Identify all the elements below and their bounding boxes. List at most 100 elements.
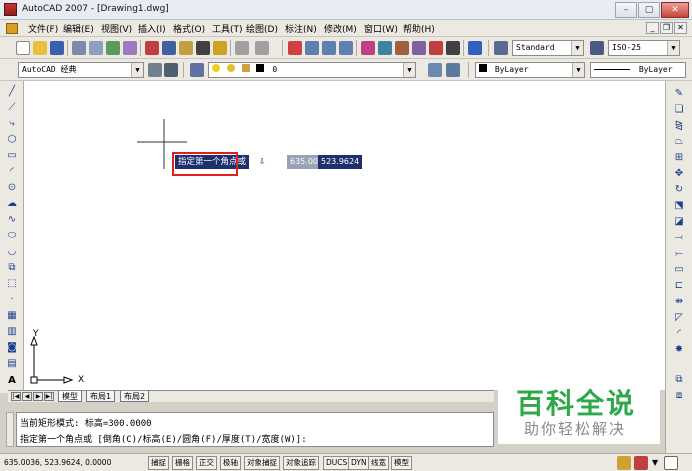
calculator-icon[interactable] <box>446 41 460 55</box>
match-properties-icon[interactable] <box>196 41 210 55</box>
hatch-icon[interactable]: ▦ <box>4 309 20 323</box>
scale-icon[interactable]: ⬔ <box>671 199 687 213</box>
markup-icon[interactable] <box>429 41 443 55</box>
erase-icon[interactable]: ✎ <box>671 87 687 101</box>
maximize-button[interactable]: ▢ <box>638 2 660 18</box>
point-icon[interactable]: · <box>4 293 20 307</box>
status-menu-chevron-icon[interactable]: ▼ <box>652 458 658 467</box>
dyn-button[interactable]: DYN <box>348 456 370 470</box>
region-icon[interactable]: ◙ <box>4 341 20 355</box>
chamfer-icon[interactable]: ◸ <box>671 311 687 325</box>
open-icon[interactable] <box>33 41 47 55</box>
extend-icon[interactable]: ⤚ <box>671 247 687 261</box>
snap-button[interactable]: 捕捉 <box>148 456 169 470</box>
layer-previous-icon[interactable] <box>446 63 460 77</box>
bring-front-icon[interactable]: ⧈ <box>671 389 687 403</box>
tab-model[interactable]: 模型 <box>58 391 82 402</box>
arc-icon[interactable]: ◜ <box>4 165 20 179</box>
redo-icon[interactable] <box>255 41 269 55</box>
minimize-button[interactable]: – <box>615 2 637 18</box>
tab-nav-first-button[interactable]: |◀ <box>11 392 21 401</box>
layer-manager-icon[interactable] <box>190 63 204 77</box>
menu-view[interactable]: 视图(V) <box>101 22 132 35</box>
menu-edit[interactable]: 编辑(E) <box>63 22 94 35</box>
mirror-icon[interactable]: ⧎ <box>671 119 687 133</box>
tab-nav-last-button[interactable]: ▶| <box>44 392 54 401</box>
gradient-icon[interactable]: ▥ <box>4 325 20 339</box>
trim-icon[interactable]: ⤙ <box>671 231 687 245</box>
array-icon[interactable]: ⊞ <box>671 151 687 165</box>
preview-icon[interactable] <box>89 41 103 55</box>
menu-draw[interactable]: 绘图(D) <box>246 22 278 35</box>
ellipse-arc-icon[interactable]: ◡ <box>4 245 20 259</box>
linetype-select[interactable]: ByLayer <box>590 62 686 78</box>
autocad-app-icon[interactable] <box>4 3 17 16</box>
spline-icon[interactable]: ∿ <box>4 213 20 227</box>
grid-button[interactable]: 栅格 <box>172 456 193 470</box>
tab-nav-prev-button[interactable]: ◀ <box>22 392 32 401</box>
command-window-grip[interactable] <box>6 412 14 447</box>
lock-icon[interactable] <box>617 456 631 470</box>
paste-icon[interactable] <box>179 41 193 55</box>
draw-order-icon[interactable]: ⧉ <box>671 373 687 387</box>
doc-restore-button[interactable]: ❐ <box>660 22 673 34</box>
new-icon[interactable] <box>16 41 30 55</box>
tab-nav-next-button[interactable]: ▶ <box>33 392 43 401</box>
command-window[interactable]: 当前矩形模式: 标高=300.0000 指定第一个角点或 [倒角(C)/标高(E… <box>16 412 494 447</box>
command-prompt-line[interactable]: 指定第一个角点或 [倒角(C)/标高(E)/圆角(F)/厚度(T)/宽度(W)]… <box>20 432 307 445</box>
menu-modify[interactable]: 修改(M) <box>324 22 357 35</box>
menu-window[interactable]: 窗口(W) <box>364 22 398 35</box>
doc-close-button[interactable]: ✕ <box>674 22 687 34</box>
tab-layout1[interactable]: 布局1 <box>86 391 116 402</box>
break-at-point-icon[interactable]: ▭ <box>671 263 687 277</box>
circle-icon[interactable]: ⊙ <box>4 181 20 195</box>
copy-object-icon[interactable]: ❏ <box>671 103 687 117</box>
pan-icon[interactable] <box>288 41 302 55</box>
drawing-canvas[interactable]: Y X <box>24 81 665 390</box>
cut-icon[interactable] <box>145 41 159 55</box>
make-block-icon[interactable]: ⬚ <box>4 277 20 291</box>
menu-file[interactable]: 文件(F) <box>28 22 58 35</box>
osnap-button[interactable]: 对象捕捉 <box>244 456 280 470</box>
print-icon[interactable] <box>72 41 86 55</box>
table-icon[interactable]: ▤ <box>4 357 20 371</box>
revision-cloud-icon[interactable]: ☁ <box>4 197 20 211</box>
tab-layout2[interactable]: 布局2 <box>120 391 150 402</box>
stretch-icon[interactable]: ◪ <box>671 215 687 229</box>
model-button[interactable]: 模型 <box>391 456 412 470</box>
menu-help[interactable]: 帮助(H) <box>403 22 435 35</box>
break-icon[interactable]: ⊏ <box>671 279 687 293</box>
design-center-icon[interactable] <box>378 41 392 55</box>
undo-icon[interactable] <box>235 41 249 55</box>
explode-icon[interactable]: ✸ <box>671 343 687 357</box>
text-style-icon[interactable] <box>494 41 508 55</box>
3d-dwf-icon[interactable] <box>123 41 137 55</box>
otrack-button[interactable]: 对象追踪 <box>283 456 319 470</box>
save-icon[interactable] <box>50 41 64 55</box>
ducs-button[interactable]: DUCS <box>323 456 351 470</box>
color-select[interactable]: ByLayer ▼ <box>475 62 585 78</box>
text-style-select[interactable]: Standard ▼ <box>512 40 584 56</box>
tool-palettes-icon[interactable] <box>395 41 409 55</box>
menu-tools[interactable]: 工具(T) <box>212 22 243 35</box>
help-icon[interactable] <box>468 41 482 55</box>
make-object-layer-current-icon[interactable] <box>428 63 442 77</box>
insert-block-icon[interactable]: ⧉ <box>4 261 20 275</box>
polygon-icon[interactable]: ⬡ <box>4 133 20 147</box>
dim-style-select[interactable]: ISO-25 ▼ <box>608 40 680 56</box>
polyline-icon[interactable]: ⤷ <box>4 117 20 131</box>
doc-minimize-button[interactable]: _ <box>646 22 659 34</box>
polar-button[interactable]: 极轴 <box>220 456 241 470</box>
rectangle-icon[interactable]: ▭ <box>4 149 20 163</box>
ortho-button[interactable]: 正交 <box>196 456 217 470</box>
menu-dimension[interactable]: 标注(N) <box>285 22 317 35</box>
menu-insert[interactable]: 插入(I) <box>138 22 166 35</box>
menu-format[interactable]: 格式(O) <box>173 22 205 35</box>
zoom-realtime-icon[interactable] <box>305 41 319 55</box>
dynamic-input-y-field[interactable]: 523.9624 <box>318 155 363 169</box>
publish-icon[interactable] <box>106 41 120 55</box>
move-icon[interactable]: ✥ <box>671 167 687 181</box>
ellipse-icon[interactable]: ⬭ <box>4 229 20 243</box>
document-icon[interactable] <box>6 23 18 34</box>
rotate-icon[interactable]: ↻ <box>671 183 687 197</box>
